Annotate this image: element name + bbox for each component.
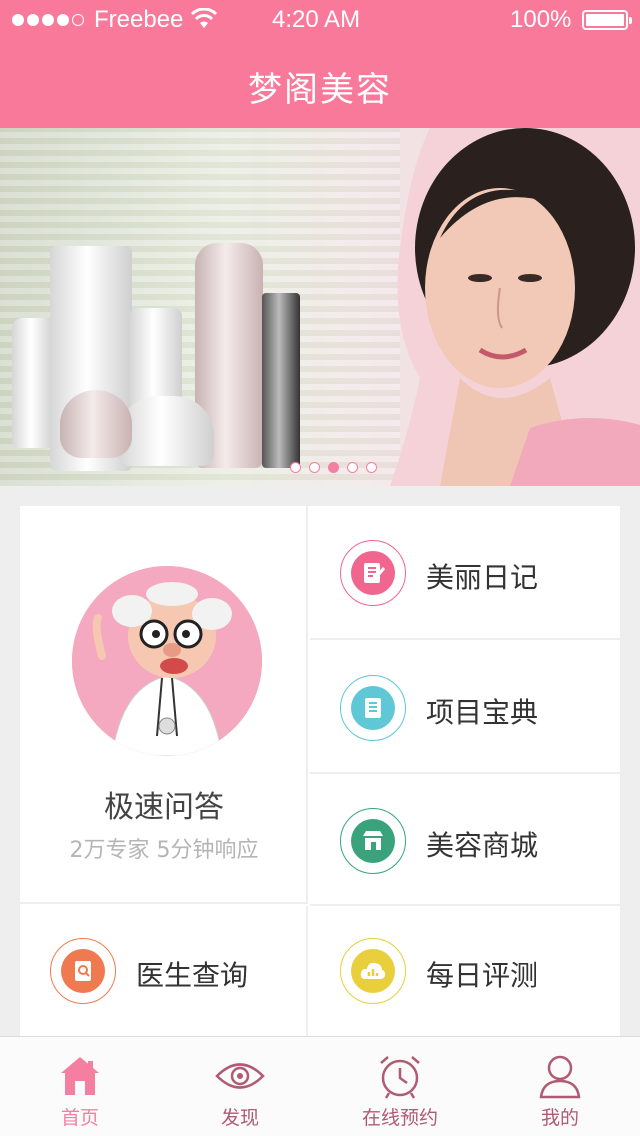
battery-icon [582, 10, 632, 30]
doctor-avatar [72, 566, 262, 756]
daily-test-button[interactable]: 每日评测 [310, 906, 620, 1036]
quick-qa-subtitle: 2万专家 5分钟响应 [69, 838, 259, 863]
tab-home-label: 首页 [60, 1107, 99, 1129]
project-handbook-label: 项目宝典 [426, 696, 539, 729]
feature-grid: 极速问答 2万专家 5分钟响应 美丽日记 项目宝典 美容商城 医生查询 每日评测 [20, 506, 620, 1036]
product-pot [118, 396, 214, 466]
signal-strength-icon [12, 14, 84, 26]
product-bottle [12, 318, 54, 448]
handbook-icon [340, 675, 406, 741]
project-handbook-button[interactable]: 项目宝典 [310, 642, 620, 774]
carrier-name: Freebee [94, 6, 184, 33]
user-icon [539, 1055, 581, 1099]
beauty-shop-label: 美容商城 [426, 829, 539, 862]
carousel-dot[interactable] [309, 462, 320, 473]
wifi-icon [190, 8, 218, 28]
eye-icon [215, 1063, 265, 1089]
promo-banner[interactable] [0, 128, 640, 486]
beauty-diary-button[interactable]: 美丽日记 [310, 506, 620, 640]
doctor-search-label: 医生查询 [136, 959, 249, 992]
battery-percent: 100% [510, 6, 572, 33]
doctor-search-button[interactable]: 医生查询 [20, 906, 308, 1036]
tab-online-booking-label: 在线预约 [361, 1107, 438, 1129]
daily-test-icon [340, 938, 406, 1004]
product-shell [60, 390, 132, 458]
bottom-tab-bar: 首页 发现 在线预约 我的 [0, 1036, 640, 1136]
quick-qa-title: 极速问答 [104, 790, 224, 825]
beauty-diary-label: 美丽日记 [426, 561, 539, 594]
carousel-dot[interactable] [290, 462, 301, 473]
carousel-indicator[interactable] [290, 462, 377, 473]
model-portrait [390, 128, 640, 486]
carousel-dot[interactable] [347, 462, 358, 473]
carousel-dot-active[interactable] [328, 462, 339, 473]
top-header: Freebee 4:20 AM 100% 梦阁美容 [0, 0, 640, 128]
doctor-search-icon [50, 938, 116, 1004]
shop-icon [340, 808, 406, 874]
page-title: 梦阁美容 [248, 70, 392, 110]
status-bar: Freebee 4:20 AM 100% [0, 0, 640, 40]
daily-test-label: 每日评测 [426, 959, 539, 992]
quick-qa-card[interactable]: 极速问答 2万专家 5分钟响应 [20, 506, 308, 904]
tab-home[interactable]: 首页 [0, 1037, 160, 1136]
alarm-clock-icon [380, 1056, 420, 1099]
home-icon [61, 1057, 99, 1095]
tab-profile-label: 我的 [540, 1107, 579, 1129]
tab-profile[interactable]: 我的 [480, 1037, 640, 1136]
status-time: 4:20 AM [272, 6, 361, 33]
diary-icon [340, 540, 406, 606]
tab-discover[interactable]: 发现 [160, 1037, 320, 1136]
tab-discover-label: 发现 [220, 1107, 259, 1129]
beauty-shop-button[interactable]: 美容商城 [310, 776, 620, 906]
carousel-dot[interactable] [366, 462, 377, 473]
tab-online-booking[interactable]: 在线预约 [320, 1037, 480, 1136]
product-cream [262, 293, 300, 468]
